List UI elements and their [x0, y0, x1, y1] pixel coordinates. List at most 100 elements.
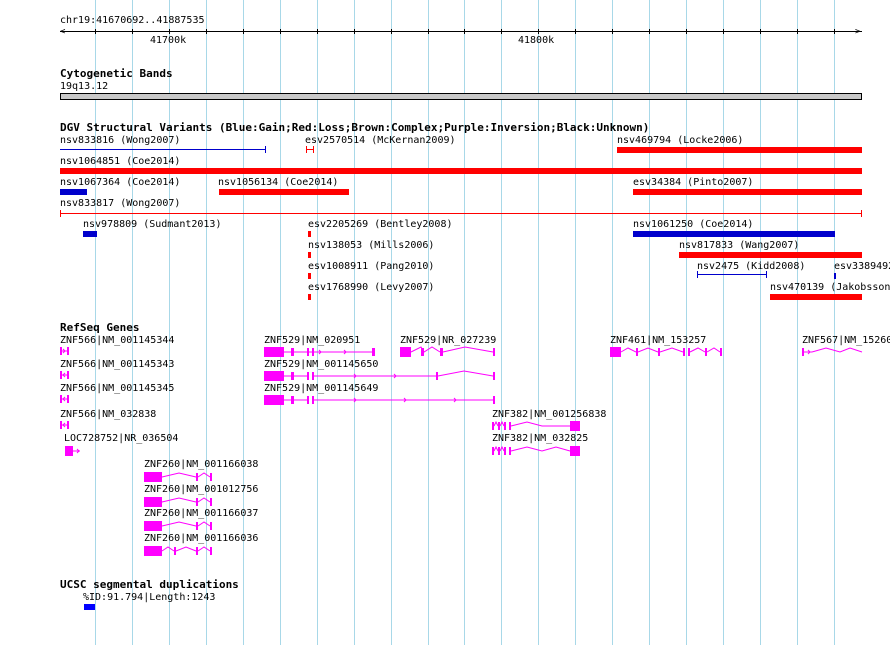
segdup-label: %ID:91.794|Length:1243 [83, 592, 216, 603]
ruler-tick [243, 29, 244, 34]
chromosome-axis[interactable] [60, 31, 862, 32]
axis-right-arrow: > [855, 27, 861, 37]
variant-label: nsv1067364 (Coe2014) [60, 177, 181, 188]
variant-feature[interactable] [60, 168, 862, 174]
ruler-tick [354, 29, 355, 34]
gene-model[interactable] [60, 421, 70, 431]
ruler-tick [95, 29, 96, 34]
variant-feature[interactable] [308, 231, 311, 237]
ruler-tick [834, 29, 835, 34]
variant-label: esv1768990 (Levy2007) [308, 282, 435, 293]
ruler-tick [206, 29, 207, 34]
variant-feature[interactable] [834, 273, 836, 279]
ruler-tick-label: 41800k [518, 35, 555, 46]
gene-label: ZNF566|NM_001145343 [60, 359, 175, 370]
ruler-tick [464, 29, 465, 34]
cytoband-bar[interactable] [60, 93, 862, 100]
track-title-segdups[interactable]: UCSC segmental duplications [60, 578, 239, 591]
ruler-tick [723, 29, 724, 34]
variant-feature[interactable] [60, 213, 862, 214]
variant-label: esv3389492 [834, 261, 890, 272]
variant-label: nsv1061250 (Coe2014) [633, 219, 754, 230]
variant-feature[interactable] [633, 189, 862, 195]
gene-label: ZNF461|NM_153257 [610, 335, 707, 346]
coordinate-range: chr19:41670692..41887535 [60, 15, 205, 26]
variant-feature[interactable] [679, 252, 862, 258]
variant-feature [313, 146, 314, 153]
gene-model[interactable] [60, 371, 70, 381]
ruler-tick [501, 29, 502, 34]
gene-model[interactable] [610, 347, 724, 357]
gene-label: ZNF529|NM_001145650 [264, 359, 379, 370]
gene-model[interactable] [264, 395, 496, 405]
variant-label: nsv978809 (Sudmant2013) [83, 219, 222, 230]
variant-label: esv2570514 (McKernan2009) [305, 135, 456, 146]
gene-model[interactable] [802, 347, 863, 357]
ruler-tick [391, 29, 392, 34]
gene-model[interactable] [144, 521, 214, 531]
variant-label: nsv470139 (Jakobsson [770, 282, 890, 293]
track-title-cytobands[interactable]: Cytogenetic Bands [60, 67, 173, 80]
variant-label: nsv138053 (Mills2006) [308, 240, 435, 251]
gene-model[interactable] [60, 395, 70, 405]
variant-feature [697, 271, 698, 278]
gene-model[interactable] [65, 446, 83, 456]
gene-model[interactable] [144, 497, 214, 507]
gene-model[interactable] [492, 420, 582, 431]
segdup-feature[interactable] [84, 604, 95, 610]
ruler-tick-label: 41700k [150, 35, 187, 46]
gene-model[interactable] [144, 472, 214, 482]
variant-feature[interactable] [697, 274, 767, 275]
gene-model[interactable] [264, 347, 376, 357]
gene-label: ZNF260|NM_001012756 [144, 484, 259, 495]
variant-label: esv34384 (Pinto2007) [633, 177, 754, 188]
variant-label: nsv817833 (Wang2007) [679, 240, 800, 251]
gene-label: ZNF529|NR_027239 [400, 335, 497, 346]
track-title-refseq[interactable]: RefSeq Genes [60, 321, 139, 334]
variant-feature[interactable] [60, 189, 87, 195]
gene-label: ZNF382|NM_001256838 [492, 409, 607, 420]
variant-label: nsv833817 (Wong2007) [60, 198, 181, 209]
ruler-tick [686, 29, 687, 34]
variant-label: nsv469794 (Locke2006) [617, 135, 744, 146]
variant-feature[interactable] [83, 231, 97, 237]
ruler-tick [649, 29, 650, 34]
ruler-tick [538, 29, 539, 34]
gene-label: ZNF529|NM_020951 [264, 335, 361, 346]
variant-feature[interactable] [770, 294, 862, 300]
gene-model[interactable] [60, 347, 70, 357]
gene-label: ZNF566|NM_001145344 [60, 335, 175, 346]
gene-model[interactable] [400, 346, 496, 357]
ruler-tick [169, 29, 170, 34]
variant-feature[interactable] [219, 189, 349, 195]
variant-feature[interactable] [308, 252, 311, 258]
ruler-tick [317, 29, 318, 34]
variant-feature[interactable] [60, 149, 266, 150]
variant-feature [306, 146, 307, 153]
variant-feature[interactable] [308, 294, 311, 300]
variant-label: nsv2475 (Kidd2008) [697, 261, 806, 272]
ruler-tick [575, 29, 576, 34]
track-title-dgv[interactable]: DGV Structural Variants (Blue:Gain;Red:L… [60, 121, 649, 134]
variant-feature [861, 210, 862, 217]
variant-label: esv1008911 (Pang2010) [308, 261, 435, 272]
gene-label: ZNF567|NM_15260 [802, 335, 890, 346]
variant-label: nsv833816 (Wong2007) [60, 135, 181, 146]
variant-feature[interactable] [308, 273, 311, 279]
gene-model[interactable] [492, 445, 582, 456]
gene-label: ZNF566|NM_032838 [60, 409, 157, 420]
variant-feature[interactable] [617, 147, 862, 153]
gene-label: ZNF260|NM_001166037 [144, 508, 259, 519]
ruler-tick [760, 29, 761, 34]
ruler-tick [280, 29, 281, 34]
gene-label: ZNF382|NM_032825 [492, 433, 589, 444]
variant-label: esv2205269 (Bentley2008) [308, 219, 453, 230]
variant-feature[interactable] [633, 231, 835, 237]
gene-label: ZNF529|NM_001145649 [264, 383, 379, 394]
gene-model[interactable] [144, 546, 214, 556]
cytoband-label: 19q13.12 [60, 81, 109, 92]
variant-label: nsv1056134 (Coe2014) [218, 177, 339, 188]
gene-model[interactable] [264, 370, 496, 381]
gene-label: ZNF260|NM_001166036 [144, 533, 259, 544]
variant-label: nsv1064851 (Coe2014) [60, 156, 181, 167]
